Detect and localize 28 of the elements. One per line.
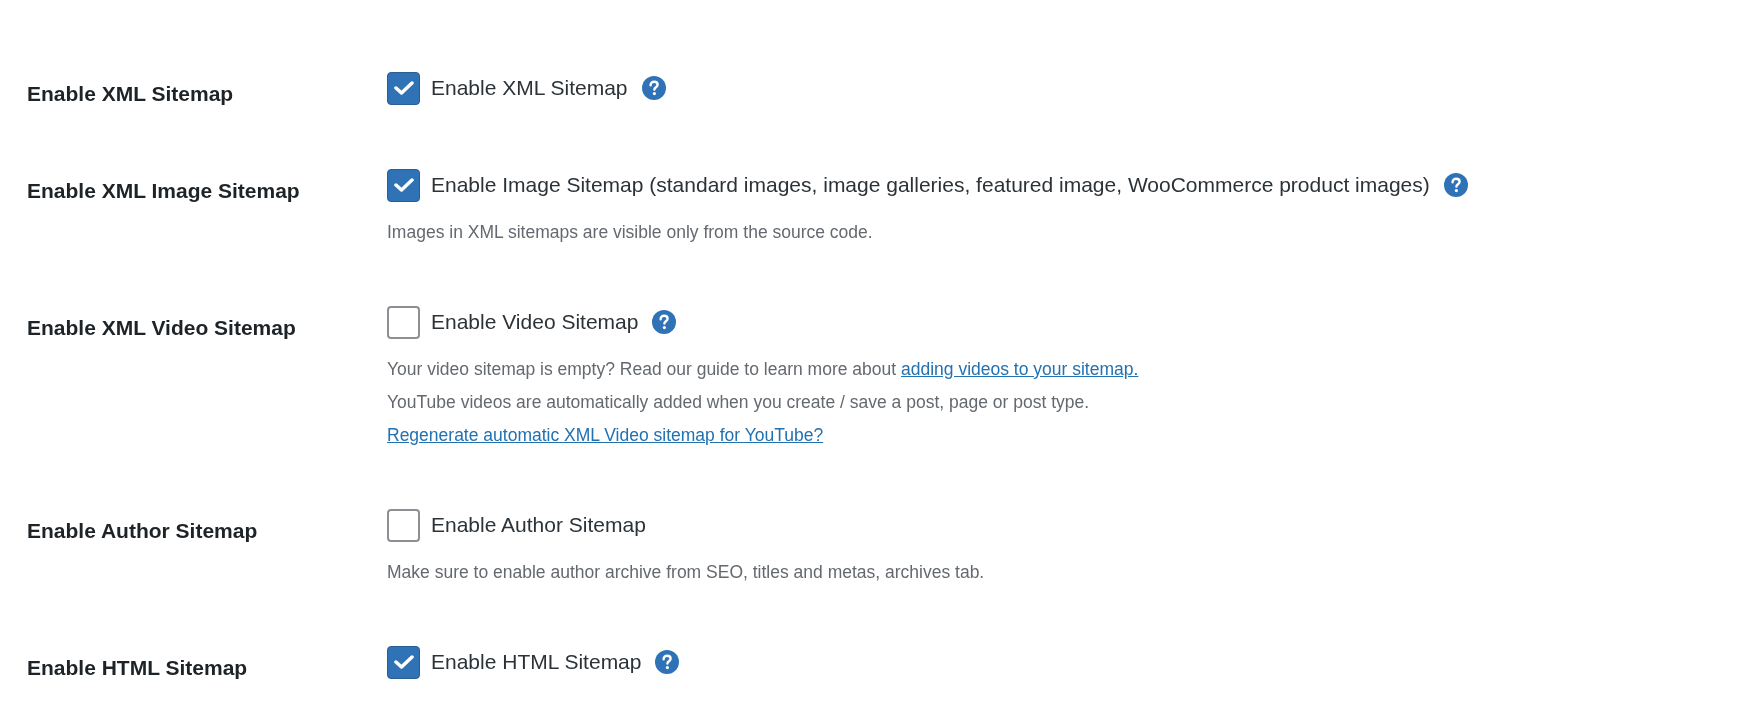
checkbox-label[interactable]: Enable HTML Sitemap	[431, 646, 642, 678]
description-text: Your video sitemap is empty? Read our guide to learn more about adding videos to your sitemap.	[387, 358, 1139, 381]
checkbox-label[interactable]: Enable XML Sitemap	[431, 72, 628, 104]
checkbox-label[interactable]: Enable Video Sitemap	[431, 306, 639, 338]
description-text: Make sure to enable author archive from SEO, titles and metas, archives tab.	[387, 561, 985, 584]
help-icon[interactable]	[655, 650, 680, 674]
checkbox-label[interactable]: Enable Image Sitemap (standard images, image galleries, featured image, WooCommerce product images)	[431, 169, 1430, 201]
help-icon[interactable]	[652, 310, 677, 334]
checkmark-icon	[393, 80, 414, 96]
setting-label: Enable XML Sitemap	[27, 81, 235, 107]
setting-label: Enable HTML Sitemap	[27, 655, 249, 681]
help-icon[interactable]	[641, 76, 666, 100]
checkbox[interactable]	[387, 305, 420, 339]
setting-label: Enable Author Sitemap	[27, 518, 259, 544]
help-icon[interactable]	[1443, 173, 1468, 197]
link[interactable]: adding videos to your sitemap.	[901, 359, 1139, 379]
setting-label: Enable XML Video Sitemap	[27, 315, 297, 341]
checkmark-icon	[393, 654, 414, 670]
checkbox[interactable]	[387, 71, 420, 105]
checkbox[interactable]	[387, 508, 420, 542]
link[interactable]: Regenerate automatic XML Video sitemap for YouTube?	[387, 419, 824, 452]
checkbox[interactable]	[387, 168, 420, 202]
checkbox[interactable]	[387, 645, 420, 679]
description-text: Images in XML sitemaps are visible only from the source code.	[387, 221, 874, 244]
checkmark-icon	[393, 177, 414, 193]
checkbox-label[interactable]: Enable Author Sitemap	[431, 509, 646, 541]
setting-label: Enable XML Image Sitemap	[27, 178, 301, 204]
description-text: YouTube videos are automatically added when you create / save a post, page or post type.	[387, 391, 1091, 414]
